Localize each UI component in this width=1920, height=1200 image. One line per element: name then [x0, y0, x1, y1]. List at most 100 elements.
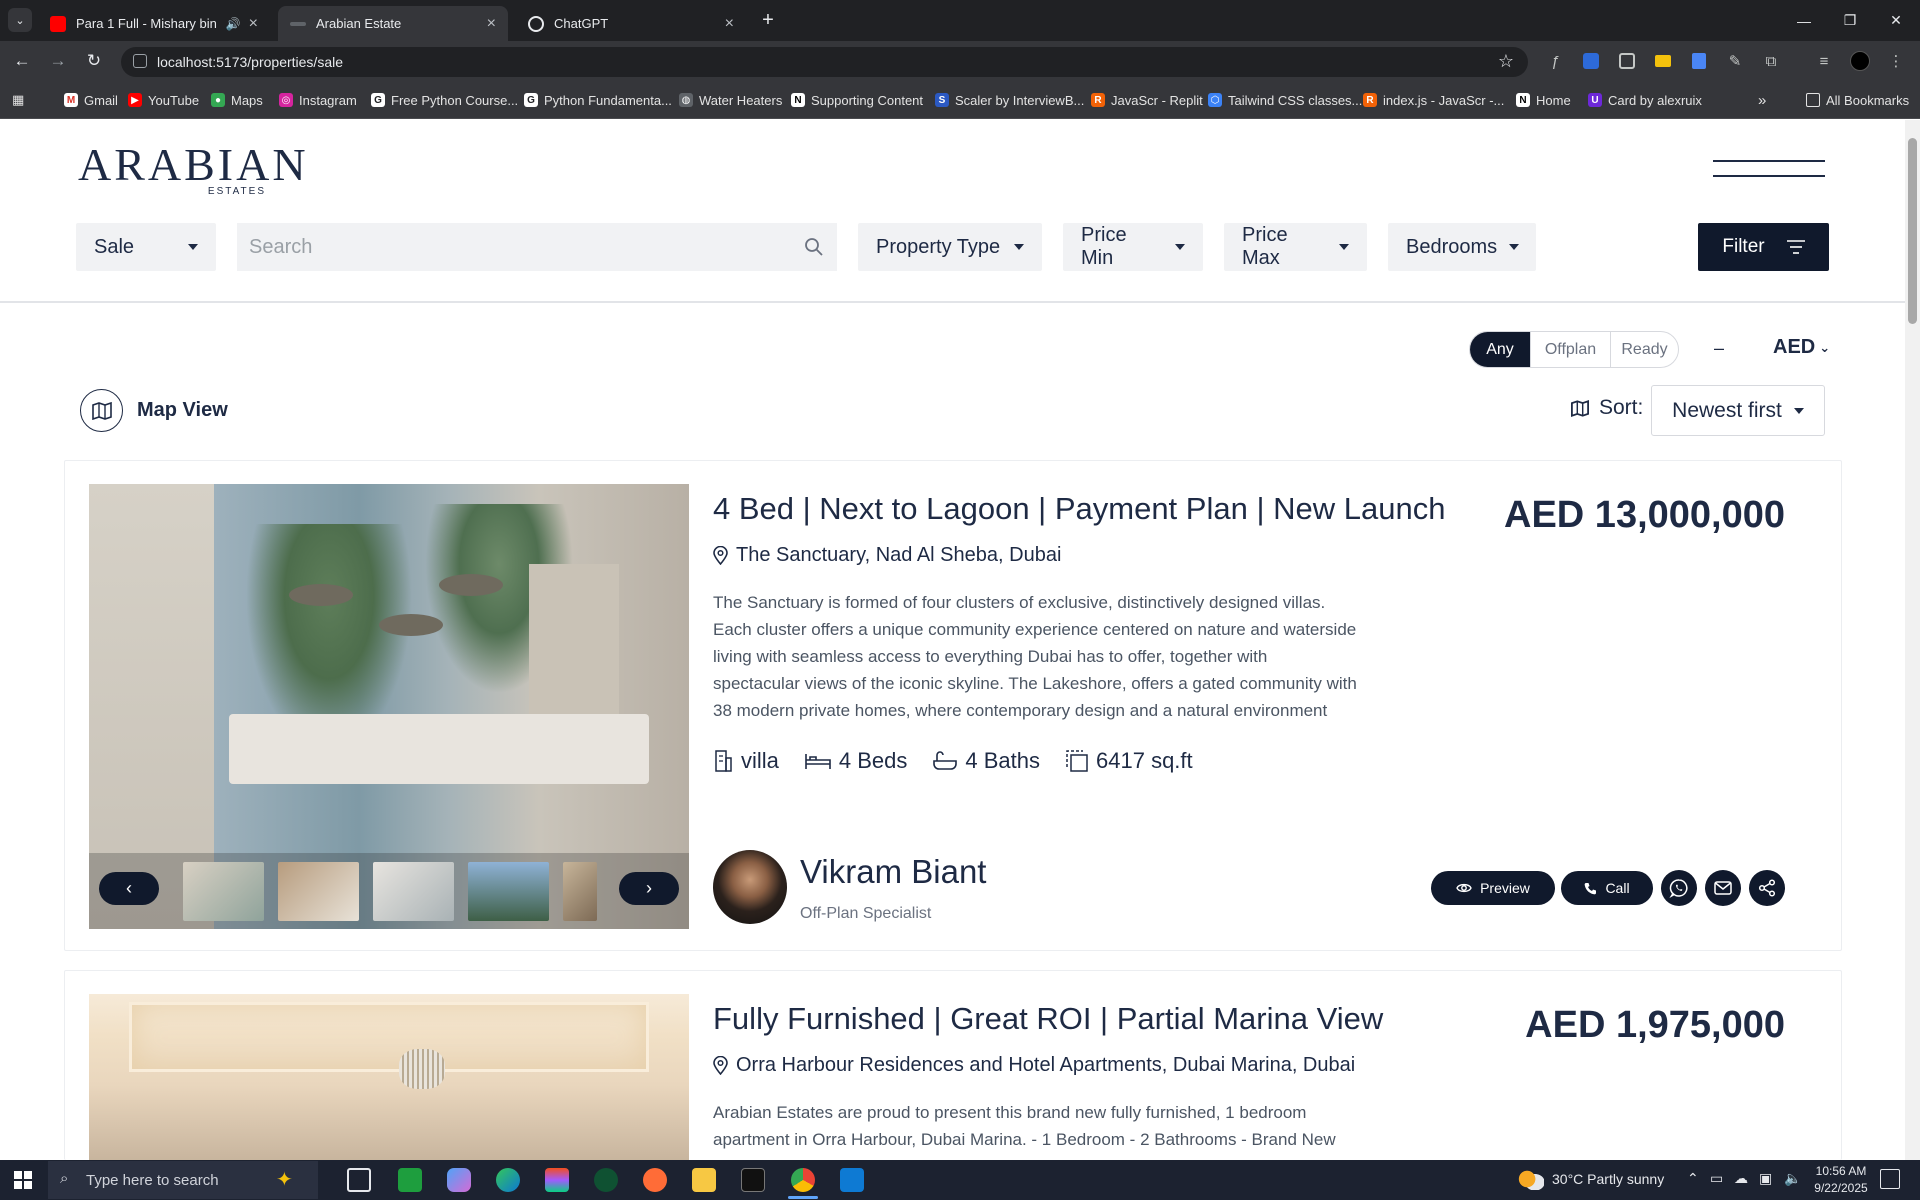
bookmark-star-icon[interactable]: ☆	[1498, 51, 1514, 72]
forward-icon[interactable]: →	[44, 47, 72, 75]
bookmark-gmail[interactable]: M Gmail	[64, 89, 118, 111]
close-window-button[interactable]: ✕	[1873, 0, 1919, 41]
thumbnail[interactable]	[468, 862, 549, 921]
close-tab-icon[interactable]: ×	[725, 15, 734, 33]
close-tab-icon[interactable]: ×	[487, 15, 496, 33]
reload-icon[interactable]: ↻	[80, 47, 108, 75]
extension-picker-icon[interactable]: ✎	[1724, 50, 1746, 72]
bookmark-instagram[interactable]: ◎ Instagram	[279, 89, 357, 111]
currency-selector[interactable]: AED ⌄	[1773, 336, 1830, 359]
bookmark-replit[interactable]: R JavaScr - Replit	[1091, 89, 1203, 111]
search-input[interactable]	[237, 223, 837, 271]
preview-button[interactable]: Preview	[1431, 871, 1555, 905]
back-icon[interactable]: ←	[8, 47, 36, 75]
property-type-dropdown[interactable]: Property Type	[858, 223, 1042, 271]
tab-arabian-estate[interactable]: Arabian Estate ×	[278, 6, 508, 41]
file-explorer-icon[interactable]	[692, 1168, 716, 1192]
price-max-dropdown[interactable]: Price Max	[1224, 223, 1367, 271]
map-view-button[interactable]: Map View	[80, 389, 228, 432]
status-option-any[interactable]: Any	[1470, 332, 1530, 367]
tab-search-button[interactable]: ⌄	[8, 8, 32, 32]
share-button[interactable]	[1749, 870, 1785, 906]
start-button[interactable]	[0, 1160, 46, 1200]
bookmark-home[interactable]: N Home	[1516, 89, 1571, 111]
close-tab-icon[interactable]: ×	[249, 15, 258, 33]
browser-menu-icon[interactable]: ⋮	[1885, 50, 1907, 72]
bookmark-tailwind[interactable]: ⬡ Tailwind CSS classes...	[1208, 89, 1362, 111]
notification-center-icon[interactable]	[1880, 1169, 1900, 1189]
edge-browser-icon[interactable]	[496, 1168, 520, 1192]
restore-button[interactable]: ❐	[1827, 0, 1873, 41]
thumbnail[interactable]	[278, 862, 359, 921]
terminal-app-icon[interactable]	[398, 1168, 422, 1192]
bookmark-scaler[interactable]: S Scaler by InterviewB...	[935, 89, 1084, 111]
agent-avatar[interactable]	[713, 850, 787, 924]
onedrive-cloud-icon[interactable]: ☁	[1734, 1170, 1748, 1187]
status-option-offplan[interactable]: Offplan	[1530, 332, 1610, 367]
thumbnail[interactable]	[563, 862, 597, 921]
listing-photo[interactable]	[89, 994, 689, 1160]
completion-status-toggle[interactable]: Any Offplan Ready	[1469, 331, 1679, 368]
chrome-browser-icon[interactable]	[791, 1168, 815, 1192]
meet-now-icon[interactable]: ▭	[1710, 1170, 1723, 1187]
site-logo[interactable]: ARABIAN ESTATES	[78, 142, 306, 198]
postman-app-icon[interactable]	[643, 1168, 667, 1192]
filter-button[interactable]: Filter	[1698, 223, 1829, 271]
extension-doc-icon[interactable]	[1688, 50, 1710, 72]
network-icon[interactable]: ▣	[1759, 1170, 1772, 1187]
listing-type-dropdown[interactable]: Sale	[76, 223, 216, 271]
vscode-app-icon[interactable]	[840, 1168, 864, 1192]
sort-dropdown[interactable]: Newest first	[1651, 385, 1825, 436]
figma-app-icon[interactable]	[545, 1168, 569, 1192]
minimize-button[interactable]: —	[1781, 0, 1827, 41]
thumbnail[interactable]	[373, 862, 454, 921]
listing-title[interactable]: Fully Furnished | Great ROI | Partial Ma…	[713, 1001, 1383, 1037]
more-bookmarks-icon[interactable]: »	[1758, 89, 1766, 111]
call-button[interactable]: Call	[1561, 871, 1653, 905]
apps-grid-icon[interactable]: ▦	[12, 89, 24, 111]
tab-chatgpt[interactable]: ChatGPT ×	[516, 6, 746, 41]
bookmark-python-fundamentals[interactable]: G Python Fundamenta...	[524, 89, 672, 111]
volume-icon[interactable]: 🔈	[1784, 1170, 1801, 1187]
site-info-icon[interactable]	[133, 54, 147, 68]
listing-title[interactable]: 4 Bed | Next to Lagoon | Payment Plan | …	[713, 491, 1445, 527]
hamburger-menu-button[interactable]	[1713, 156, 1825, 180]
bookmark-index-js[interactable]: Rindex.js - JavaScr -...	[1363, 89, 1504, 111]
bookmark-water-heaters[interactable]: ◍ Water Heaters	[679, 89, 782, 111]
profile-avatar[interactable]	[1849, 50, 1871, 72]
email-button[interactable]	[1705, 870, 1741, 906]
show-hidden-icons-chevron[interactable]: ⌃	[1687, 1170, 1699, 1187]
agent-name[interactable]: Vikram Biant	[800, 853, 986, 891]
bookmark-python-course[interactable]: G Free Python Course...	[371, 89, 518, 111]
bedrooms-dropdown[interactable]: Bedrooms	[1388, 223, 1536, 271]
next-photo-button[interactable]: ›	[619, 872, 679, 905]
weather-widget[interactable]: 30°C Partly sunny	[1518, 1168, 1664, 1190]
status-option-ready[interactable]: Ready	[1610, 332, 1678, 367]
price-min-dropdown[interactable]: Price Min	[1063, 223, 1203, 271]
tab-youtube[interactable]: Para 1 Full - Mishary bin Ra 🔊 ×	[38, 6, 270, 41]
new-tab-button[interactable]: +	[756, 8, 780, 32]
capcut-app-icon[interactable]	[741, 1168, 765, 1192]
thumbnail[interactable]	[183, 862, 264, 921]
media-icon[interactable]: ≡	[1813, 50, 1835, 72]
whatsapp-button[interactable]	[1661, 870, 1697, 906]
extension-edge-icon[interactable]	[1580, 50, 1602, 72]
previous-photo-button[interactable]: ‹	[99, 872, 159, 905]
copilot-app-icon[interactable]	[447, 1168, 471, 1192]
extension-tag-icon[interactable]	[1652, 50, 1674, 72]
bookmark-maps[interactable]: ● Maps	[211, 89, 263, 111]
scrollbar-thumb[interactable]	[1908, 138, 1917, 324]
task-view-icon[interactable]	[347, 1168, 371, 1192]
speaker-icon[interactable]: 🔊	[226, 17, 241, 31]
bookmark-supporting-content[interactable]: N Supporting Content	[791, 89, 923, 111]
address-bar[interactable]: localhost:5173/properties/sale ☆	[121, 47, 1528, 77]
extension-fx-icon[interactable]: ƒ	[1544, 50, 1566, 72]
extensions-puzzle-icon[interactable]: ⧉	[1760, 50, 1782, 72]
extension-camera-icon[interactable]	[1616, 50, 1638, 72]
units-toggle[interactable]: –	[1714, 338, 1724, 359]
bookmark-card-alexruix[interactable]: U Card by alexruix	[1588, 89, 1702, 111]
clock[interactable]: 10:56 AM 9/22/2025	[1806, 1163, 1876, 1197]
all-bookmarks-folder[interactable]: All Bookmarks	[1806, 89, 1909, 111]
search-icon[interactable]	[804, 237, 824, 257]
bookmark-youtube[interactable]: ▶ YouTube	[128, 89, 199, 111]
